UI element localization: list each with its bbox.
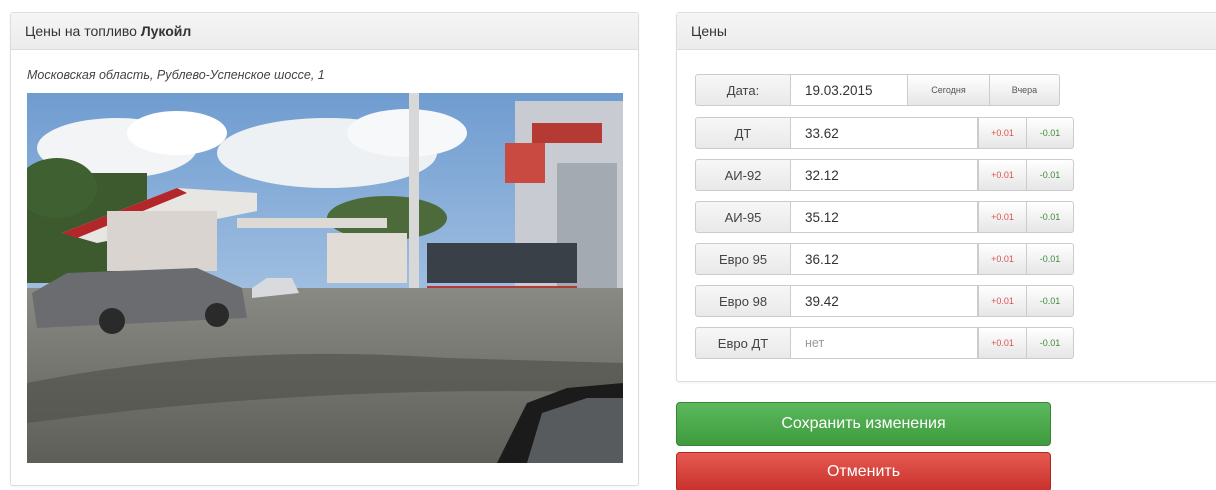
station-panel-heading: Цены на топливо Лукойл — [11, 13, 638, 50]
prices-panel-heading: Цены — [677, 13, 1216, 50]
decrement-button[interactable]: -0.01 — [1027, 159, 1074, 191]
save-changes-button[interactable]: Сохранить изменения — [676, 402, 1051, 446]
fuel-label: Евро ДТ — [695, 327, 791, 359]
fuel-label: Евро 98 — [695, 285, 791, 317]
station-brand: Лукойл — [140, 23, 192, 39]
fuel-label: АИ-95 — [695, 201, 791, 233]
fuel-row-euro95: Евро 95 36.12 +0.01 -0.01 — [695, 243, 1074, 275]
yesterday-button[interactable]: Вчера — [990, 74, 1060, 106]
fuel-label: ДТ — [695, 117, 791, 149]
fuel-row-ai95: АИ-95 35.12 +0.01 -0.01 — [695, 201, 1074, 233]
station-photo — [27, 93, 623, 463]
increment-button[interactable]: +0.01 — [978, 285, 1027, 317]
decrement-button[interactable]: -0.01 — [1027, 243, 1074, 275]
date-row: Дата: 19.03.2015 Сегодня Вчера — [695, 74, 1060, 106]
fuel-price-input[interactable]: нет — [791, 327, 978, 359]
increment-button[interactable]: +0.01 — [978, 243, 1027, 275]
fuel-row-euro98: Евро 98 39.42 +0.01 -0.01 — [695, 285, 1074, 317]
decrement-button[interactable]: -0.01 — [1027, 117, 1074, 149]
increment-button[interactable]: +0.01 — [978, 201, 1027, 233]
increment-button[interactable]: +0.01 — [978, 159, 1027, 191]
fuel-label: Евро 95 — [695, 243, 791, 275]
fuel-row-dt: ДТ 33.62 +0.01 -0.01 — [695, 117, 1074, 149]
station-title-prefix: Цены на топливо — [25, 23, 141, 39]
fuel-price-input[interactable]: 36.12 — [791, 243, 978, 275]
fuel-price-input[interactable]: 39.42 — [791, 285, 978, 317]
date-input[interactable]: 19.03.2015 — [791, 74, 908, 106]
fuel-row-euro-dt: Евро ДТ нет +0.01 -0.01 — [695, 327, 1074, 359]
decrement-button[interactable]: -0.01 — [1027, 285, 1074, 317]
station-panel: Цены на топливо Лукойл Московская област… — [10, 12, 639, 486]
fuel-price-input[interactable]: 35.12 — [791, 201, 978, 233]
increment-button[interactable]: +0.01 — [978, 327, 1027, 359]
decrement-button[interactable]: -0.01 — [1027, 201, 1074, 233]
station-photo-image — [27, 93, 623, 463]
cancel-button[interactable]: Отменить — [676, 452, 1051, 490]
station-address: Московская область, Рублево-Успенское шо… — [27, 68, 325, 82]
decrement-button[interactable]: -0.01 — [1027, 327, 1074, 359]
fuel-price-input[interactable]: 32.12 — [791, 159, 978, 191]
today-button[interactable]: Сегодня — [908, 74, 990, 106]
fuel-price-input[interactable]: 33.62 — [791, 117, 978, 149]
prices-panel: Цены Дата: 19.03.2015 Сегодня Вчера ДТ 3… — [676, 12, 1216, 382]
fuel-row-ai92: АИ-92 32.12 +0.01 -0.01 — [695, 159, 1074, 191]
fuel-label: АИ-92 — [695, 159, 791, 191]
date-label: Дата: — [695, 74, 791, 106]
increment-button[interactable]: +0.01 — [978, 117, 1027, 149]
